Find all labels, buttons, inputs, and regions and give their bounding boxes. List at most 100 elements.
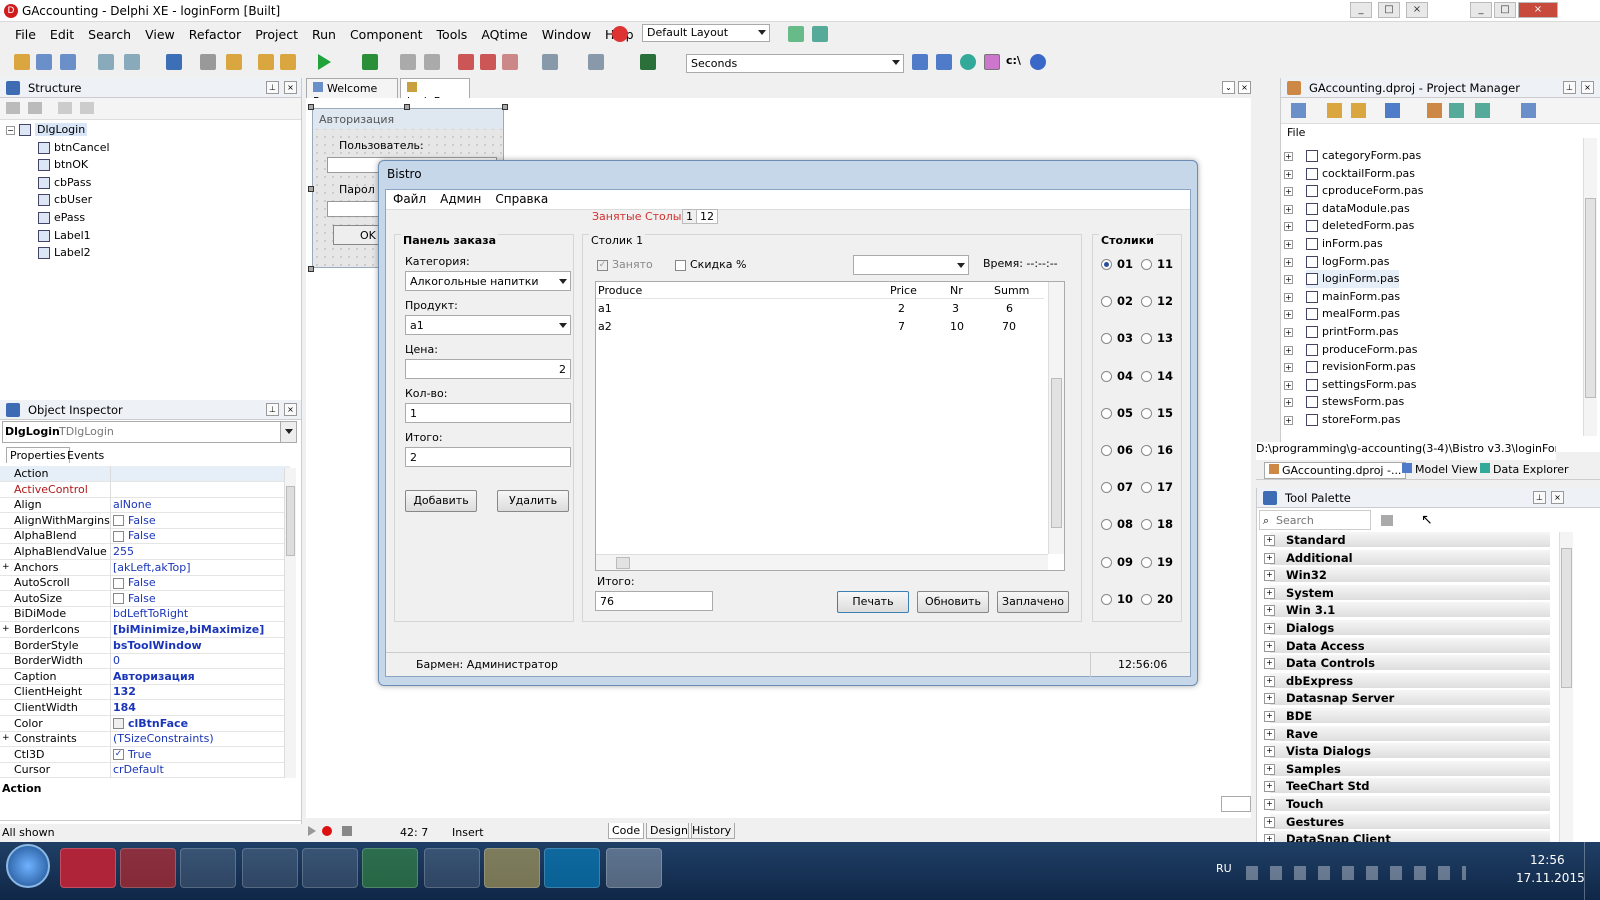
project-file-item[interactable]: logForm.pas (1306, 253, 1389, 271)
table-radio[interactable]: 03 (1101, 331, 1133, 345)
bistro-menu-admin[interactable]: Админ (433, 190, 488, 208)
scrollbar-thumb[interactable] (1585, 198, 1596, 398)
palette-category[interactable]: Samples (1264, 760, 1550, 777)
property-value[interactable]: False (113, 591, 156, 606)
project-file-item[interactable]: deletedForm.pas (1306, 217, 1414, 235)
table-radio[interactable]: 12 (1141, 294, 1173, 308)
column-header-summ[interactable]: Summ (994, 284, 1029, 297)
table-radio[interactable]: 15 (1141, 406, 1173, 420)
property-row[interactable]: BiDiMode bdLeftToRight (0, 606, 290, 623)
save-layout-icon[interactable] (788, 26, 804, 42)
object-dropdown-button[interactable] (280, 422, 296, 442)
menu-aqtime[interactable]: AQtime (474, 24, 534, 45)
property-value[interactable]: crDefault (113, 762, 164, 777)
open-project-icon[interactable] (98, 54, 114, 70)
color-swatch[interactable] (113, 718, 124, 730)
stop-icon[interactable] (424, 54, 440, 70)
project-file-item[interactable]: printForm.pas (1306, 323, 1399, 341)
pause-icon[interactable] (400, 54, 416, 70)
table-radio[interactable]: 07 (1101, 480, 1133, 494)
palette-scrollbar[interactable] (1559, 532, 1573, 842)
project-file-item[interactable]: dataModule.pas (1306, 200, 1410, 218)
pin-icon[interactable]: ⊥ (1563, 81, 1576, 94)
expand-node-icon[interactable]: + (1284, 240, 1293, 249)
expand-all-icon[interactable] (1449, 103, 1464, 118)
forward-arrow-icon[interactable] (588, 54, 604, 70)
busy-checkbox[interactable]: ✓ Занято (597, 258, 653, 271)
project-file-item[interactable]: stewsForm.pas (1306, 393, 1404, 411)
checkbox-icon[interactable] (113, 593, 124, 605)
expand-node-icon[interactable]: + (1284, 275, 1293, 285)
checkbox-checked-icon[interactable]: ✓ (113, 749, 124, 761)
discount-select[interactable] (853, 255, 969, 275)
tab-project[interactable]: GAccounting.dproj -... (1264, 462, 1407, 479)
tab-table-1[interactable]: 1 (682, 209, 697, 224)
menu-window[interactable]: Window (535, 24, 598, 45)
close-icon[interactable]: × (1238, 81, 1251, 94)
expand-node-icon[interactable]: + (1284, 310, 1293, 320)
tab-design[interactable]: Design (646, 823, 692, 839)
discount-checkbox[interactable]: Скидка % (675, 258, 746, 271)
table-radio[interactable]: 16 (1141, 443, 1173, 457)
property-value[interactable]: clBtnFace (113, 716, 188, 731)
palette-category[interactable]: BDE (1264, 708, 1550, 724)
palette-category[interactable]: System (1264, 584, 1550, 601)
property-row[interactable]: Constraints + (TSizeConstraints) (0, 731, 290, 748)
property-row[interactable]: Anchors + [akLeft,akTop] (0, 560, 290, 576)
bistro-menu-file[interactable]: Файл (386, 190, 433, 208)
palette-category[interactable]: TeeChart Std (1264, 778, 1550, 795)
toggle-icon[interactable] (984, 54, 1000, 70)
table-radio[interactable]: 10 (1101, 592, 1133, 606)
tree-item[interactable]: Label2 (38, 245, 91, 261)
tab-data-explorer[interactable]: Data Explorer (1476, 462, 1573, 477)
table-radio[interactable]: 02 (1101, 294, 1133, 308)
taskbar-chrome-icon[interactable] (424, 848, 480, 888)
object-selector[interactable]: DlgLogin TDlgLogin (2, 421, 297, 443)
palette-category[interactable]: Data Controls (1264, 655, 1550, 672)
design-guidelines-icon[interactable] (1221, 796, 1251, 812)
clock-date[interactable]: 17.11.2015 (1516, 871, 1585, 885)
clock-time[interactable]: 12:56 (1530, 853, 1565, 867)
property-row[interactable]: Caption Авторизация (0, 669, 290, 685)
table-radio[interactable]: 13 (1141, 331, 1173, 345)
cell-nr[interactable]: 10 (950, 320, 964, 333)
property-row[interactable]: AutoSize False (0, 591, 290, 607)
table-radio[interactable]: 18 (1141, 517, 1173, 531)
expand-node-icon[interactable]: + (1284, 204, 1293, 214)
property-value[interactable]: bsToolWindow (113, 638, 202, 653)
price-input[interactable]: 2 (405, 359, 571, 379)
palette-category[interactable]: dbExpress (1264, 672, 1550, 689)
print-button[interactable]: Печать (837, 591, 909, 613)
scrollbar-thumb[interactable] (1051, 378, 1062, 528)
pin-icon[interactable]: ⊥ (266, 81, 279, 94)
down-arrow-icon[interactable] (80, 102, 94, 114)
expand-node-icon[interactable]: + (1284, 257, 1293, 267)
save-icon[interactable] (60, 54, 76, 70)
record-macro-icon[interactable] (322, 826, 332, 836)
tree-item[interactable]: cbPass (38, 175, 91, 191)
scrollbar-thumb[interactable] (616, 557, 630, 569)
language-indicator[interactable]: RU (1216, 862, 1232, 875)
tree-item[interactable]: Label1 (38, 228, 91, 244)
tree-item[interactable]: btnCancel (38, 140, 110, 156)
menu-edit[interactable]: Edit (43, 24, 81, 45)
palette-category[interactable]: Dialogs (1264, 620, 1550, 636)
back-arrow-icon[interactable] (542, 54, 558, 70)
set-layout-icon[interactable] (812, 26, 828, 42)
expand-node-icon[interactable]: + (1284, 363, 1293, 373)
expand-node-icon[interactable]: + (1284, 398, 1293, 408)
close-button[interactable]: × (1518, 2, 1558, 18)
taskbar-ie-icon[interactable] (242, 848, 298, 888)
property-value[interactable]: Авторизация (113, 669, 195, 684)
taskbar-explorer-icon[interactable] (484, 848, 540, 888)
close-icon[interactable]: × (1551, 491, 1564, 504)
cell-summ[interactable]: 6 (1006, 302, 1013, 315)
property-value[interactable]: 0 (113, 653, 120, 668)
close-icon[interactable]: × (284, 403, 297, 416)
view-unit-icon[interactable] (200, 54, 216, 70)
report-icon[interactable] (912, 54, 928, 70)
stop-macro-icon[interactable] (342, 826, 352, 836)
command-prompt-icon[interactable]: c:\ (1006, 54, 1021, 67)
property-value[interactable]: alNone (113, 497, 152, 512)
resize-handle[interactable] (308, 104, 314, 110)
